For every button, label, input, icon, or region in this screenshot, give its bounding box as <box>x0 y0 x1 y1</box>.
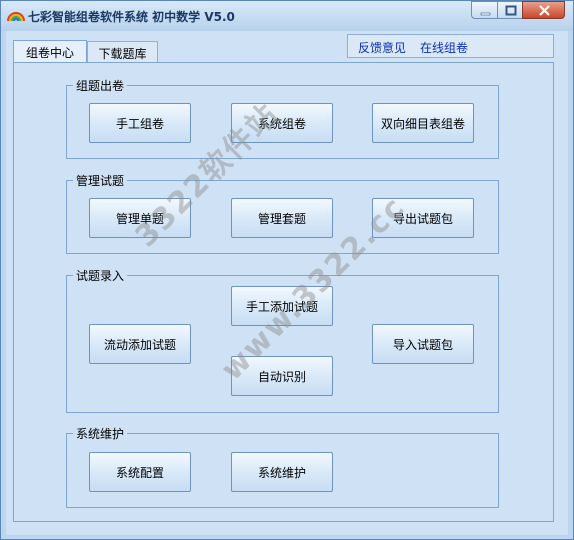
group-compose-label: 组题出卷 <box>73 77 128 94</box>
export-package-button[interactable]: 导出试题包 <box>372 198 474 238</box>
tab-panel: 组题出卷 手工组卷 系统组卷 双向细目表组卷 管理试题 管理单题 管理套题 导出… <box>13 62 554 522</box>
manage-single-button[interactable]: 管理单题 <box>89 198 191 238</box>
manual-add-question-button[interactable]: 手工添加试题 <box>231 286 333 326</box>
app-window: 七彩智能组卷软件系统 初中数学 V5.0 组卷中心 下载题库 反馈意见 在线组卷… <box>0 0 574 540</box>
system-compose-button[interactable]: 系统组卷 <box>231 103 333 143</box>
close-button[interactable] <box>522 1 565 19</box>
group-manage-label: 管理试题 <box>73 172 128 189</box>
system-config-button[interactable]: 系统配置 <box>89 452 191 492</box>
feedback-link[interactable]: 反馈意见 <box>358 39 406 56</box>
minimize-button[interactable] <box>471 1 498 19</box>
tab-compose-center[interactable]: 组卷中心 <box>13 40 87 63</box>
maximize-icon <box>505 5 517 16</box>
group-compose: 组题出卷 手工组卷 系统组卷 双向细目表组卷 <box>66 77 499 159</box>
group-entry: 试题录入 手工添加试题 流动添加试题 导入试题包 自动识别 <box>66 267 499 413</box>
close-icon <box>539 5 550 16</box>
group-manage: 管理试题 管理单题 管理套题 导出试题包 <box>66 172 499 254</box>
group-maintain-label: 系统维护 <box>73 425 128 442</box>
group-maintain: 系统维护 系统配置 系统维护 <box>66 425 499 508</box>
links-box: 反馈意见 在线组卷 <box>347 34 554 58</box>
system-maintain-button[interactable]: 系统维护 <box>231 452 333 492</box>
group-entry-label: 试题录入 <box>73 267 128 284</box>
import-package-button[interactable]: 导入试题包 <box>372 324 474 364</box>
minimize-icon <box>480 12 491 16</box>
client-area: 组卷中心 下载题库 反馈意见 在线组卷 组题出卷 手工组卷 系统组卷 双向细目表… <box>6 31 568 535</box>
manage-set-button[interactable]: 管理套题 <box>231 198 333 238</box>
flow-add-question-button[interactable]: 流动添加试题 <box>89 324 191 364</box>
maximize-button[interactable] <box>497 1 523 19</box>
two-way-table-compose-button[interactable]: 双向细目表组卷 <box>372 103 474 143</box>
online-compose-link[interactable]: 在线组卷 <box>420 39 468 56</box>
manual-compose-button[interactable]: 手工组卷 <box>89 103 191 143</box>
rainbow-app-icon <box>7 12 25 22</box>
title-bar[interactable]: 七彩智能组卷软件系统 初中数学 V5.0 <box>1 1 573 31</box>
window-title: 七彩智能组卷软件系统 初中数学 V5.0 <box>28 10 235 24</box>
tab-download-bank[interactable]: 下载题库 <box>87 41 158 62</box>
auto-recognize-button[interactable]: 自动识别 <box>231 356 333 396</box>
